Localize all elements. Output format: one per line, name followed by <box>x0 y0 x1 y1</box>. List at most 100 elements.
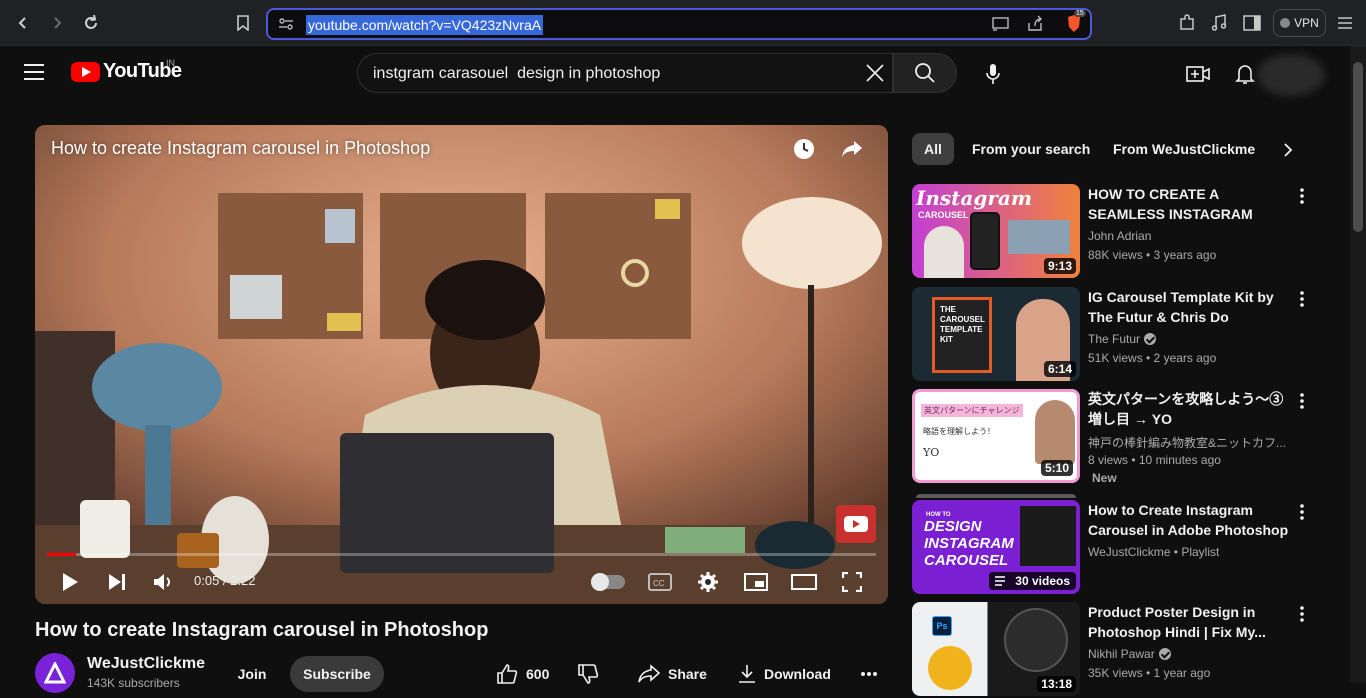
svg-text:CC: CC <box>653 579 665 588</box>
site-settings-icon[interactable] <box>278 17 294 36</box>
download-icon <box>739 665 755 683</box>
forward-icon[interactable] <box>46 12 68 34</box>
thumbnail-text: 英文パターンにチャレンジ <box>921 404 1023 417</box>
thumbnail-text: Instagram <box>916 186 1032 210</box>
create-video-icon[interactable] <box>1184 60 1212 88</box>
theater-mode-icon[interactable] <box>790 569 818 595</box>
recommendation-item[interactable]: Instagram CAROUSEL 9:13 HOW TO CREATE A … <box>912 184 1332 280</box>
notifications-bell-icon[interactable] <box>1231 60 1259 88</box>
recommendation-title[interactable]: Product Poster Design in Photoshop Hindi… <box>1088 602 1292 642</box>
cast-icon[interactable] <box>992 16 1010 37</box>
share-icon[interactable] <box>840 137 866 163</box>
youtube-logo[interactable]: YouTube <box>71 60 182 83</box>
recommendation-title[interactable]: 英文パターンを攻略しよう〜③ 増し目 → YO <box>1088 389 1292 429</box>
next-icon[interactable] <box>106 569 128 595</box>
media-icon[interactable] <box>1208 12 1230 34</box>
verified-badge-icon <box>1144 333 1157 345</box>
thumbnail-subtext-2: YO <box>923 446 940 459</box>
download-button[interactable]: Download <box>738 656 831 692</box>
thumbs-up-icon <box>497 664 518 684</box>
bookmark-icon[interactable] <box>232 12 254 34</box>
video-thumbnail[interactable]: Instagram CAROUSEL 9:13 <box>912 184 1080 278</box>
chip-from-your-search[interactable]: From your search <box>960 133 1102 165</box>
chip-from-channel[interactable]: From WeJustClickme <box>1101 133 1267 165</box>
play-icon[interactable] <box>59 569 81 595</box>
recommendation-channel[interactable]: The Futur <box>1088 332 1157 346</box>
extensions-icon[interactable] <box>1176 12 1198 34</box>
settings-gear-icon[interactable] <box>695 569 721 595</box>
playlist-thumbnail[interactable]: HOW TO DESIGN INSTAGRAM CAROUSEL 30 vide… <box>912 500 1080 594</box>
more-options-icon[interactable] <box>1292 186 1312 206</box>
share-button[interactable]: Share <box>638 656 707 692</box>
reload-icon[interactable] <box>80 12 102 34</box>
video-player[interactable]: How to create Instagram carousel in Phot… <box>35 125 888 604</box>
brave-shields-icon[interactable]: 15 <box>1064 10 1086 34</box>
voice-search-button[interactable] <box>974 55 1012 93</box>
recommendation-item[interactable]: THE CAROUSEL TEMPLATE KIT 6:14 IG Carous… <box>912 287 1332 383</box>
progress-bar[interactable] <box>47 553 876 556</box>
scrollbar-thumb[interactable] <box>1353 62 1363 232</box>
recommendation-title[interactable]: HOW TO CREATE A SEAMLESS INSTAGRAM CAROU… <box>1088 184 1292 224</box>
autoplay-toggle[interactable] <box>591 573 625 591</box>
watch-later-icon[interactable] <box>792 137 818 163</box>
video-thumbnail[interactable]: 英文パターンにチャレンジ 略語を理解しよう！ YO 5:10 <box>912 389 1080 483</box>
share-page-icon[interactable] <box>1026 15 1044 38</box>
address-bar[interactable]: youtube.com/watch?v=VQ423zNvraA 15 <box>266 8 1092 40</box>
download-label: Download <box>764 666 831 682</box>
recommendation-meta: 8 views • 10 minutes ago <box>1088 453 1221 467</box>
clear-search-icon[interactable] <box>864 62 886 84</box>
browser-menu-icon[interactable] <box>1334 12 1356 34</box>
recommendation-channel[interactable]: John Adrian <box>1088 229 1151 243</box>
dislike-button[interactable] <box>577 656 599 692</box>
guide-menu-icon[interactable] <box>24 64 46 82</box>
more-options-icon[interactable] <box>1292 289 1312 309</box>
more-options-icon[interactable] <box>1292 391 1312 411</box>
more-options-icon[interactable] <box>1292 604 1312 624</box>
playlist-item[interactable]: HOW TO DESIGN INSTAGRAM CAROUSEL 30 vide… <box>912 494 1332 596</box>
recommendation-item[interactable]: 英文パターンにチャレンジ 略語を理解しよう！ YO 5:10 英文パターンを攻略… <box>912 389 1332 485</box>
browser-toolbar: youtube.com/watch?v=VQ423zNvraA 15 VPN <box>0 0 1366 46</box>
recommendation-channel[interactable]: 神戸の棒針編み物教室&ニットカフ... <box>1088 434 1286 451</box>
account-avatar[interactable] <box>1257 54 1325 96</box>
fullscreen-icon[interactable] <box>840 569 864 595</box>
recommendation-channel[interactable]: WeJustClickme • Playlist <box>1088 545 1219 559</box>
youtube-watermark-icon[interactable] <box>836 505 876 543</box>
chevron-right-icon[interactable] <box>1278 140 1300 162</box>
playlist-icon <box>995 576 1006 586</box>
player-overlay-title[interactable]: How to create Instagram carousel in Phot… <box>51 138 430 159</box>
volume-icon[interactable] <box>152 569 174 595</box>
search-button[interactable] <box>893 53 957 93</box>
search-query[interactable]: instgram carasouel design in photoshop <box>373 65 660 83</box>
duration-badge: 5:10 <box>1040 460 1073 476</box>
thumbnail-person <box>924 226 964 278</box>
channel-label: WeJustClickme • Playlist <box>1088 545 1220 559</box>
photoshop-logo-icon: Ps <box>932 616 952 636</box>
share-arrow-icon <box>638 664 660 683</box>
region-code: IN <box>166 58 175 68</box>
page-scrollbar[interactable] <box>1350 46 1366 683</box>
back-icon[interactable] <box>12 12 34 34</box>
recommendation-item[interactable]: Ps 13:18 Product Poster Design in Photos… <box>912 602 1332 698</box>
thumbnail-product <box>928 646 972 690</box>
share-label: Share <box>668 666 707 682</box>
sidebar-toggle-icon[interactable] <box>1241 12 1263 34</box>
more-actions-icon[interactable] <box>860 656 878 692</box>
more-options-icon[interactable] <box>1292 502 1312 522</box>
like-button[interactable]: 600 <box>496 656 549 692</box>
playlist-count: 30 videos <box>1015 574 1070 588</box>
vpn-button[interactable]: VPN <box>1273 9 1326 37</box>
subscribe-button[interactable]: Subscribe <box>290 656 384 692</box>
miniplayer-icon[interactable] <box>743 569 769 595</box>
captions-icon[interactable]: CC <box>647 569 673 595</box>
join-button[interactable]: Join <box>222 656 282 692</box>
channel-avatar[interactable] <box>35 653 75 693</box>
recommendation-title[interactable]: IG Carousel Template Kit by The Futur & … <box>1088 287 1292 327</box>
search-input[interactable]: instgram carasouel design in photoshop <box>357 53 893 93</box>
recommendation-title[interactable]: How to Create Instagram Carousel in Adob… <box>1088 500 1292 540</box>
video-thumbnail[interactable]: Ps 13:18 <box>912 602 1080 696</box>
channel-name[interactable]: WeJustClickme <box>87 655 205 673</box>
url-text[interactable]: youtube.com/watch?v=VQ423zNvraA <box>306 15 544 35</box>
chip-all[interactable]: All <box>912 133 954 165</box>
recommendation-channel[interactable]: Nikhil Pawar <box>1088 647 1171 661</box>
video-thumbnail[interactable]: THE CAROUSEL TEMPLATE KIT 6:14 <box>912 287 1080 381</box>
